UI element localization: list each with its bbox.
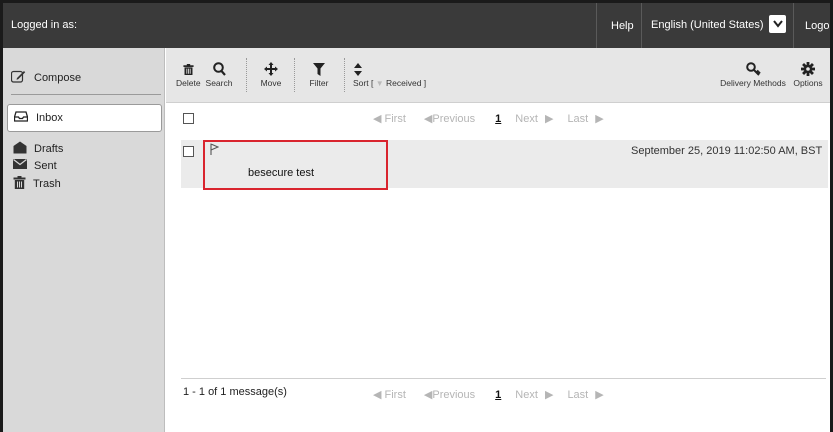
compose-button[interactable]: Compose xyxy=(10,70,82,86)
divider xyxy=(596,3,597,48)
filter-icon xyxy=(302,58,336,76)
trash-icon xyxy=(13,176,26,192)
compose-icon xyxy=(10,70,26,86)
next-page-link[interactable]: Next ▶ xyxy=(515,388,553,401)
chevron-down-icon[interactable] xyxy=(769,15,786,33)
pager-top: ◀ First ◀Previous 1 Next ▶ Last ▶ xyxy=(373,112,608,126)
message-checkbox[interactable] xyxy=(183,146,194,157)
sidebar-item-drafts[interactable]: Drafts xyxy=(13,141,63,157)
delete-button[interactable]: Delete xyxy=(176,58,201,88)
message-date: September 25, 2019 11:02:50 AM, BST xyxy=(631,145,823,157)
delivery-methods-button[interactable]: Delivery Methods xyxy=(718,58,788,88)
inbox-icon xyxy=(13,111,29,125)
divider xyxy=(11,94,161,95)
divider xyxy=(181,378,826,379)
first-page-link[interactable]: ◀ First xyxy=(373,112,410,125)
divider xyxy=(246,58,247,92)
search-button[interactable]: Search xyxy=(203,58,235,88)
select-all-checkbox[interactable] xyxy=(183,113,194,124)
message-list-panel: Delete Search Move Filter Sort [▼ Recei… xyxy=(166,48,830,432)
highlight-box xyxy=(203,140,388,190)
sort-direction-icon: ▼ xyxy=(375,79,384,88)
key-icon xyxy=(718,58,788,76)
divider xyxy=(641,3,642,48)
envelope-icon xyxy=(13,159,27,172)
sort-button[interactable]: Sort [ ▼ Received ] xyxy=(353,58,433,88)
move-label: Move xyxy=(260,78,282,88)
divider xyxy=(793,3,794,48)
sidebar-item-sent[interactable]: Sent xyxy=(13,159,57,172)
message-count: 1 - 1 of 1 message(s) xyxy=(183,386,287,398)
pager-bottom: ◀ First ◀Previous 1 Next ▶ Last ▶ xyxy=(373,388,608,402)
divider xyxy=(344,58,345,92)
drafts-icon xyxy=(13,141,27,157)
trash-icon xyxy=(176,58,200,76)
sidebar-item-trash[interactable]: Trash xyxy=(13,176,61,192)
help-link[interactable]: Help xyxy=(611,3,634,48)
compose-label: Compose xyxy=(34,72,82,84)
mail-app-window: Logged in as: Help English (United State… xyxy=(0,0,833,432)
top-bar: Logged in as: Help English (United State… xyxy=(3,3,830,48)
sidebar-item-label: Drafts xyxy=(34,143,64,155)
sidebar-item-label: Sent xyxy=(34,159,57,172)
delivery-methods-label: Delivery Methods xyxy=(720,78,786,88)
search-label: Search xyxy=(205,78,233,88)
last-page-link[interactable]: Last ▶ xyxy=(567,388,603,401)
logged-in-label: Logged in as: xyxy=(11,19,78,31)
next-page-link[interactable]: Next ▶ xyxy=(515,112,553,125)
toolbar: Delete Search Move Filter Sort [▼ Recei… xyxy=(166,48,830,103)
current-page: 1 xyxy=(495,388,502,401)
first-page-link[interactable]: ◀ First xyxy=(373,388,410,401)
gear-icon xyxy=(791,58,825,76)
options-button[interactable]: Options xyxy=(791,58,825,88)
last-page-link[interactable]: Last ▶ xyxy=(567,112,603,125)
sidebar-item-label: Inbox xyxy=(36,112,63,124)
sort-icon xyxy=(353,58,433,76)
sort-label: Sort [ xyxy=(353,78,374,88)
sort-value: Received ] xyxy=(385,78,427,88)
options-label: Options xyxy=(793,78,823,88)
divider xyxy=(294,58,295,92)
move-icon xyxy=(256,58,286,76)
previous-page-link[interactable]: ◀Previous xyxy=(424,388,479,401)
language-select[interactable]: English (United States) xyxy=(651,19,764,31)
sidebar-item-inbox[interactable]: Inbox xyxy=(7,104,162,132)
logout-link[interactable]: Logout xyxy=(805,3,830,48)
delete-label: Delete xyxy=(176,78,201,88)
filter-label: Filter xyxy=(309,78,329,88)
search-icon xyxy=(203,58,235,76)
filter-button[interactable]: Filter xyxy=(302,58,336,88)
sidebar: Compose Inbox Drafts Sent Trash xyxy=(3,48,165,432)
sidebar-item-label: Trash xyxy=(33,178,61,190)
current-page: 1 xyxy=(495,112,502,125)
previous-page-link[interactable]: ◀Previous xyxy=(424,112,479,125)
move-button[interactable]: Move xyxy=(256,58,286,88)
